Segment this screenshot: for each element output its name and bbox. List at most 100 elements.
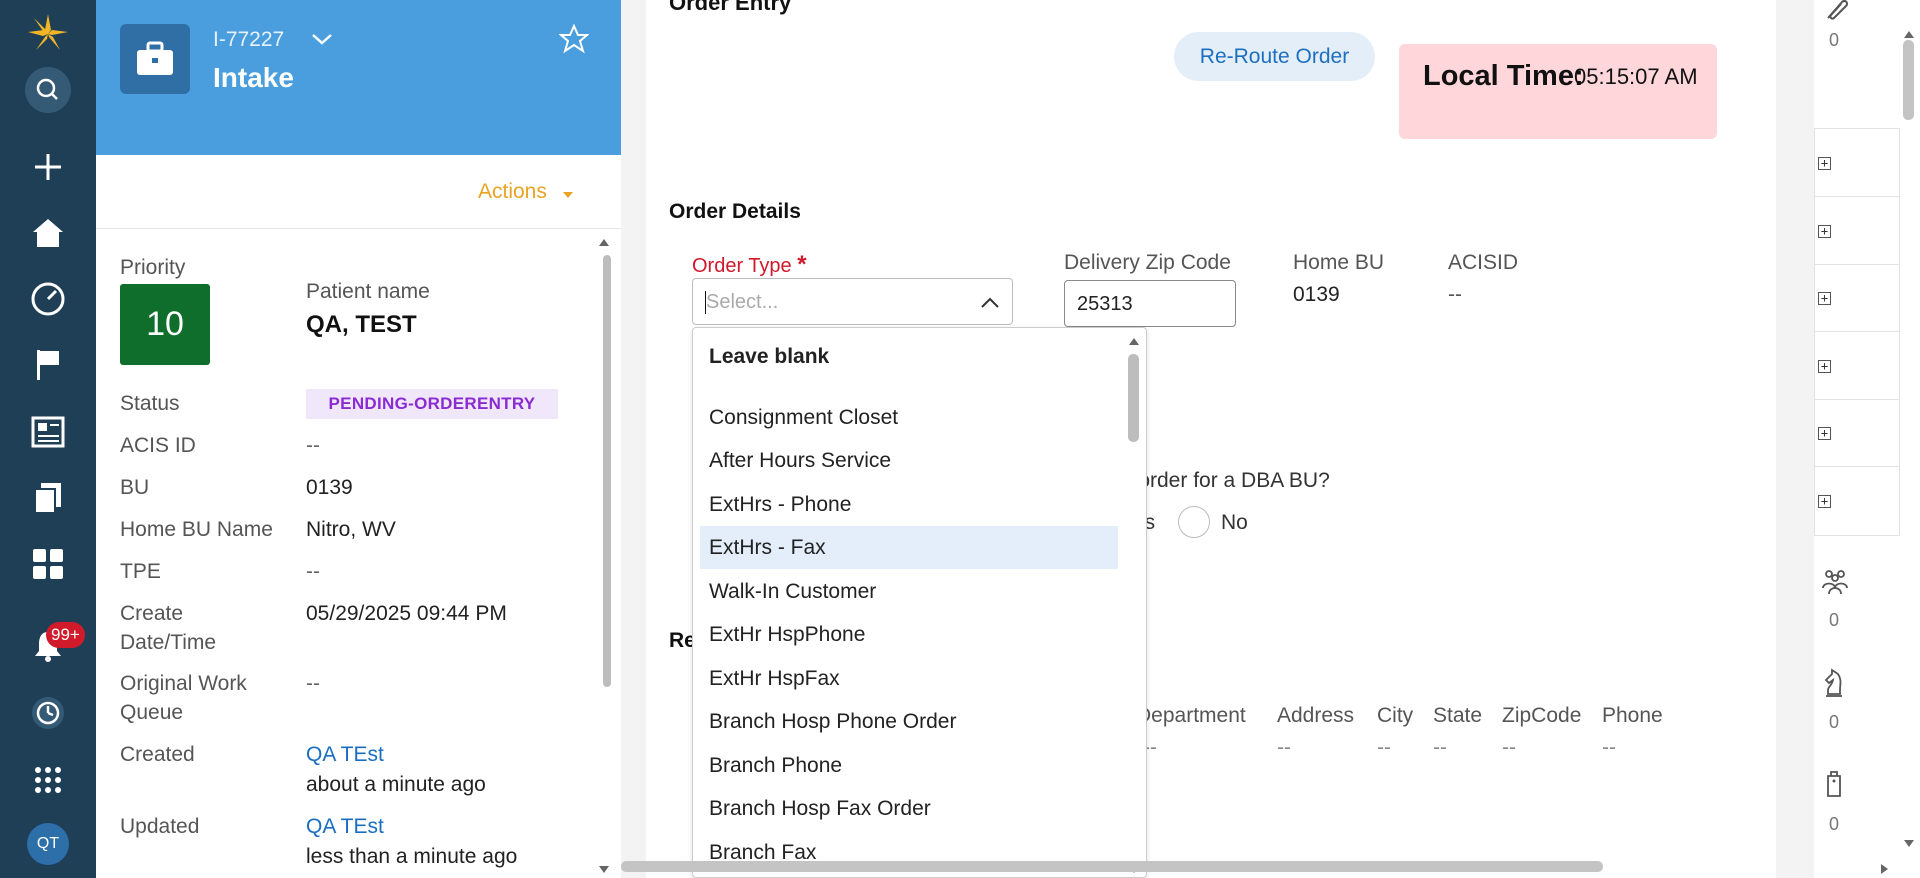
patient-name: QA, TEST [306,311,417,338]
option-branch-hosp-fax-order[interactable]: Branch Hosp Fax Order [700,787,1118,830]
chevron-down-icon[interactable] [310,28,334,57]
option-after-hours-service[interactable]: After Hours Service [700,439,1118,482]
scroll-down-icon[interactable] [598,862,610,878]
news-icon[interactable] [24,408,72,456]
local-time-value: 05:15:07 AM [1574,64,1698,89]
attachments-count: 0 [1829,30,1840,50]
dropdown-scroll-up-icon[interactable] [1128,333,1140,351]
home-bu-name-value: Nitro, WV [306,518,396,541]
case-panel: I-77227 Intake Actions Priority 10 Patie… [96,0,621,878]
status-badge: PENDING-ORDERENTRY [306,389,558,419]
chevron-up-icon[interactable] [980,295,1000,314]
expand-plus-icon[interactable]: + [1818,360,1831,373]
option-branch-phone[interactable]: Branch Phone [700,744,1118,787]
delivery-zip-input[interactable]: 25313 [1064,280,1236,327]
td-phone: -- [1602,736,1616,759]
option-branch-hosp-phone-order[interactable]: Branch Hosp Phone Order [700,700,1118,743]
rail-scrollbar[interactable] [1903,40,1914,120]
delivery-zip-label: Delivery Zip Code [1064,251,1231,274]
avatar[interactable]: QT [27,823,69,865]
expand-plus-icon[interactable]: + [1818,225,1831,238]
actions-menu[interactable]: Actions [478,180,547,204]
acis-id-value: -- [306,434,320,457]
acisid-value: -- [1448,283,1462,306]
reroute-order-button[interactable]: Re-Route Order [1174,32,1375,81]
team-icon[interactable] [1820,566,1850,601]
create-datetime-label: Create Date/Time [120,602,217,654]
grid-icon[interactable] [24,540,72,588]
section-title: Order Entry [669,0,792,15]
documents-icon[interactable] [24,474,72,522]
case-header: I-77227 Intake [96,0,621,155]
updated-by-link[interactable]: QA TEst [306,812,384,841]
order-type-select[interactable]: Select... [692,278,1013,325]
option-exthrs-phone[interactable]: ExtHrs - Phone [700,483,1118,526]
local-time-label: Local Time: [1423,60,1584,92]
home-bu-value: 0139 [1293,283,1340,306]
horizontal-scrollbar[interactable] [621,861,1603,872]
th-state: State [1433,704,1483,727]
case-title: Intake [213,62,294,93]
hscroll-right-icon[interactable] [1880,862,1890,878]
expand-plus-icon[interactable]: + [1818,292,1831,305]
dropdown-scrollbar[interactable] [1128,354,1139,442]
original-work-queue-label: Original Work Queue [120,672,247,724]
expand-plus-icon[interactable]: + [1818,495,1831,508]
search-icon[interactable] [24,66,72,114]
notification-badge: 99+ [46,622,85,648]
th-city: City [1377,704,1414,727]
status-label: Status [120,392,180,415]
tag-icon[interactable] [1820,770,1848,805]
chess-knight-icon[interactable] [1820,668,1848,703]
caret-down-icon[interactable] [563,186,573,204]
td-zipcode: -- [1502,736,1516,759]
order-type-label: Order Type * [692,251,807,278]
option-exthr-hspfax[interactable]: ExtHr HspFax [700,657,1118,700]
apps-icon[interactable] [24,756,72,804]
dba-no-label[interactable]: No [1221,511,1248,535]
home-bu-name-label: Home BU Name [120,518,273,541]
option-consignment-closet[interactable]: Consignment Closet [700,396,1118,439]
order-type-placeholder: Select... [706,291,779,313]
option-leave-blank[interactable]: Leave blank [700,335,1118,378]
priority-label: Priority [120,256,186,279]
rail-separator [1814,196,1900,197]
original-work-queue-value: -- [306,672,320,695]
case-id: I-77227 [213,28,285,51]
option-exthrs-fax[interactable]: ExtHrs - Fax [700,526,1118,569]
dba-question: s order for a DBA BU? [1122,469,1330,492]
td-address: -- [1277,736,1291,759]
rail-separator [1814,399,1900,400]
local-time-box: Local Time: 05:15:07 AM [1399,44,1717,139]
paperclip-icon[interactable] [1820,0,1850,25]
add-icon[interactable] [24,143,72,191]
option-exthr-hspphone[interactable]: ExtHr HspPhone [700,613,1118,656]
team-count: 0 [1829,610,1840,630]
created-by-link[interactable]: QA TEst [306,740,384,769]
case-scrollbar[interactable] [603,255,611,687]
rail-separator [1814,331,1900,332]
option-walk-in-customer[interactable]: Walk-In Customer [700,570,1118,613]
th-address: Address [1277,704,1355,727]
expand-plus-icon[interactable]: + [1818,427,1831,440]
history-icon[interactable] [24,689,72,737]
td-city: -- [1377,736,1391,759]
dashboard-icon[interactable] [24,275,72,323]
dba-no-radio[interactable] [1178,506,1210,538]
star-icon[interactable] [558,23,590,59]
rail-scroll-down-icon[interactable] [1903,836,1915,854]
updated-time: less than a minute ago [306,845,518,868]
th-zipcode: ZipCode [1502,704,1582,727]
home-icon[interactable] [24,209,72,257]
divider [96,228,621,229]
expand-plus-icon[interactable]: + [1818,157,1831,170]
scroll-up-icon[interactable] [598,234,610,252]
created-time: about a minute ago [306,773,486,796]
rail-separator [1814,264,1900,265]
flag-icon[interactable] [24,341,72,389]
bu-value: 0139 [306,476,353,499]
logo-icon[interactable] [24,10,72,58]
create-datetime-value: 05/29/2025 09:44 PM [306,602,507,625]
updated-label: Updated [120,815,200,838]
created-label: Created [120,743,195,766]
